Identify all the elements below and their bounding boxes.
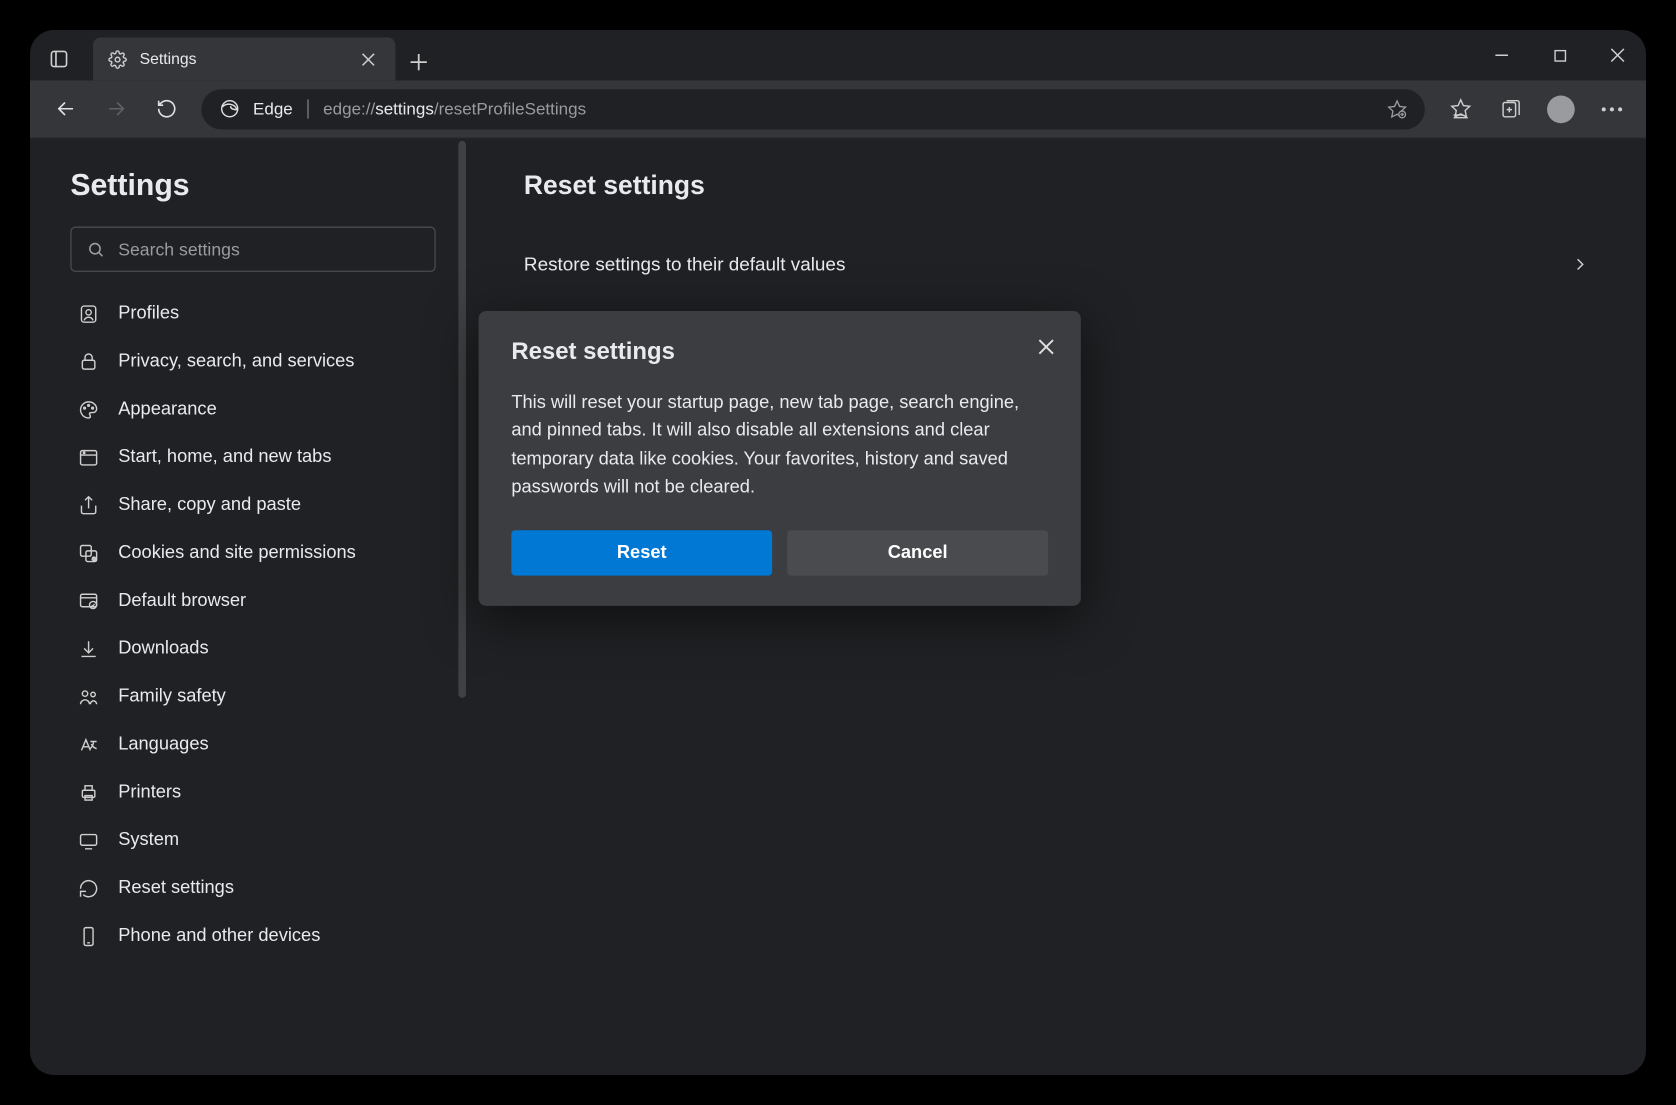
palette-icon (75, 399, 100, 420)
settings-sidebar: Settings Profiles Privacy, search, and s… (30, 138, 458, 1075)
row-label: Restore settings to their default values (524, 254, 845, 275)
nav-profiles[interactable]: Profiles (70, 290, 435, 338)
window-minimize-button[interactable] (1473, 30, 1531, 80)
address-product-label: Edge (253, 99, 293, 118)
new-tab-button[interactable] (403, 46, 433, 76)
nav-languages[interactable]: Languages (70, 720, 435, 768)
cookies-icon (75, 542, 100, 563)
reset-icon (75, 877, 100, 898)
phone-icon (75, 925, 100, 946)
reset-button[interactable]: Reset (511, 530, 772, 575)
nav-label: Cookies and site permissions (118, 543, 356, 563)
share-icon (75, 494, 100, 515)
nav-label: Reset settings (118, 878, 234, 898)
window-close-button[interactable] (1589, 30, 1646, 80)
settings-nav: Profiles Privacy, search, and services A… (70, 290, 435, 960)
tab-title: Settings (140, 50, 340, 68)
nav-label: Printers (118, 782, 181, 802)
nav-label: Start, home, and new tabs (118, 447, 331, 467)
nav-label: Default browser (118, 591, 246, 611)
nav-label: Privacy, search, and services (118, 351, 354, 371)
nav-appearance[interactable]: Appearance (70, 385, 435, 433)
download-icon (75, 638, 100, 659)
favorites-button[interactable] (1437, 86, 1482, 131)
nav-label: Phone and other devices (118, 926, 320, 946)
collections-button[interactable] (1488, 86, 1533, 131)
settings-main: Reset settings Restore settings to their… (466, 138, 1646, 1075)
nav-system[interactable]: System (70, 816, 435, 864)
gear-icon (108, 50, 127, 69)
nav-label: Appearance (118, 399, 217, 419)
dialog-title: Reset settings (511, 339, 1048, 367)
tab-actions-button[interactable] (38, 38, 81, 81)
nav-label: System (118, 830, 179, 850)
window-icon (75, 446, 100, 467)
printer-icon (75, 782, 100, 803)
tab-settings[interactable]: Settings (93, 38, 395, 81)
toolbar: Edge | edge://settings/resetProfileSetti… (30, 80, 1646, 138)
nav-printers[interactable]: Printers (70, 768, 435, 816)
window-controls (1473, 30, 1646, 80)
family-icon (75, 686, 100, 707)
cancel-button[interactable]: Cancel (787, 530, 1048, 575)
dialog-close-button[interactable] (1028, 329, 1063, 364)
more-button[interactable] (1589, 86, 1634, 131)
settings-heading: Settings (70, 169, 435, 204)
nav-label: Family safety (118, 686, 226, 706)
nav-label: Profiles (118, 303, 179, 323)
settings-search[interactable] (70, 227, 435, 272)
lock-icon (75, 351, 100, 372)
browser-window: Settings Edge | edge://settings/resetPro… (30, 30, 1646, 1075)
nav-default-browser[interactable]: Default browser (70, 577, 435, 625)
nav-privacy[interactable]: Privacy, search, and services (70, 337, 435, 385)
nav-family[interactable]: Family safety (70, 673, 435, 721)
nav-phone[interactable]: Phone and other devices (70, 912, 435, 960)
nav-label: Share, copy and paste (118, 495, 301, 515)
window-maximize-button[interactable] (1531, 30, 1589, 80)
favorite-icon[interactable] (1387, 99, 1407, 119)
pane-divider[interactable] (458, 141, 466, 698)
refresh-button[interactable] (143, 86, 188, 131)
nav-share[interactable]: Share, copy and paste (70, 481, 435, 529)
settings-search-input[interactable] (118, 239, 419, 259)
forward-button[interactable] (93, 86, 138, 131)
back-button[interactable] (43, 86, 88, 131)
profile-icon (75, 303, 100, 324)
nav-label: Languages (118, 734, 208, 754)
tab-strip: Settings (30, 30, 1646, 80)
nav-cookies[interactable]: Cookies and site permissions (70, 529, 435, 577)
nav-reset[interactable]: Reset settings (70, 864, 435, 912)
main-heading: Reset settings (524, 171, 1589, 201)
system-icon (75, 829, 100, 850)
nav-downloads[interactable]: Downloads (70, 625, 435, 673)
browser-check-icon (75, 590, 100, 611)
address-separator: | (305, 97, 310, 120)
restore-defaults-row[interactable]: Restore settings to their default values (524, 237, 1589, 292)
nav-start[interactable]: Start, home, and new tabs (70, 433, 435, 481)
language-icon (75, 734, 100, 755)
edge-logo-icon (219, 98, 240, 119)
dialog-body: This will reset your startup page, new t… (511, 389, 1048, 502)
content-area: Settings Profiles Privacy, search, and s… (30, 138, 1646, 1075)
address-url: edge://settings/resetProfileSettings (323, 99, 586, 118)
reset-settings-dialog: Reset settings This will reset your star… (479, 311, 1081, 606)
address-bar[interactable]: Edge | edge://settings/resetProfileSetti… (201, 89, 1424, 129)
dialog-buttons: Reset Cancel (511, 530, 1048, 575)
search-icon (87, 240, 106, 259)
nav-label: Downloads (118, 639, 208, 659)
chevron-right-icon (1571, 256, 1589, 274)
profile-button[interactable] (1538, 86, 1583, 131)
tab-close-button[interactable] (353, 44, 383, 74)
